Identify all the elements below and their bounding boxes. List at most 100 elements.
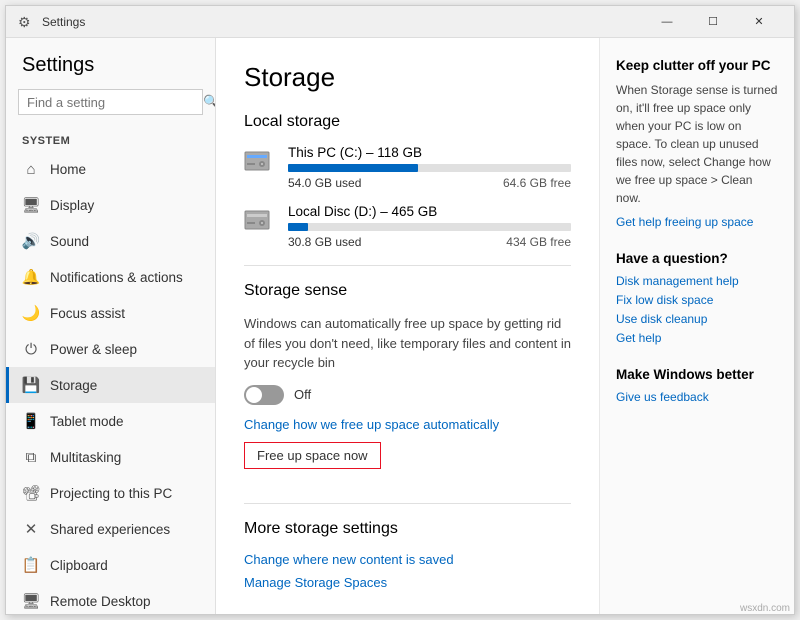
sidebar-item-projecting-label: Projecting to this PC — [50, 486, 172, 501]
watermark: wsxdn.com — [740, 603, 790, 614]
sidebar-item-tablet[interactable]: 📱 Tablet mode — [6, 403, 215, 439]
clipboard-icon: 📋 — [22, 556, 40, 574]
drive-c-used: 54.0 GB used — [288, 176, 361, 190]
focus-icon: 🌙 — [22, 304, 40, 322]
clutter-title: Keep clutter off your PC — [616, 58, 778, 73]
projecting-icon: 📽 — [22, 484, 40, 502]
windows-better-section: Make Windows better Give us feedback — [616, 367, 778, 404]
drive-c-info: This PC (C:) – 118 GB 54.0 GB used 64.6 … — [288, 145, 571, 190]
sidebar-header: Settings — [6, 38, 215, 85]
sidebar-item-sound[interactable]: 🔊 Sound — [6, 223, 215, 259]
drive-c-details: 54.0 GB used 64.6 GB free — [288, 176, 571, 190]
sidebar-item-projecting[interactable]: 📽 Projecting to this PC — [6, 475, 215, 511]
search-icon: 🔍 — [203, 94, 216, 110]
drive-c-name: This PC (C:) – 118 GB — [288, 145, 571, 160]
sidebar-item-sound-label: Sound — [50, 234, 89, 249]
drive-d-free: 434 GB free — [506, 235, 571, 249]
storage-sense-toggle[interactable] — [244, 385, 284, 405]
free-up-button[interactable]: Free up space now — [244, 442, 381, 469]
drive-d-progress-fill — [288, 223, 308, 231]
drive-c-icon — [244, 147, 276, 175]
sidebar-item-clipboard-label: Clipboard — [50, 558, 108, 573]
page-title: Storage — [244, 62, 571, 93]
windows-better-title: Make Windows better — [616, 367, 778, 382]
divider-2 — [244, 503, 571, 504]
close-button[interactable]: ✕ — [736, 6, 782, 38]
sidebar-item-clipboard[interactable]: 📋 Clipboard — [6, 547, 215, 583]
shared-icon: ✕ — [22, 520, 40, 538]
local-storage-title: Local storage — [244, 113, 571, 131]
remote-icon: 🖥 — [22, 592, 40, 610]
clutter-text: When Storage sense is turned on, it'll f… — [616, 81, 778, 207]
system-section-label: System — [6, 127, 215, 151]
sidebar: Settings 🔍 System ⌂ Home 🖥 Display 🔊 Sou… — [6, 38, 216, 614]
sidebar-item-notifications[interactable]: 🔔 Notifications & actions — [6, 259, 215, 295]
storage-sense-description: Windows can automatically free up space … — [244, 314, 571, 373]
search-box[interactable]: 🔍 — [18, 89, 203, 115]
window-controls: — ☐ ✕ — [644, 6, 782, 38]
toggle-row: Off — [244, 385, 571, 405]
sidebar-item-focus[interactable]: 🌙 Focus assist — [6, 295, 215, 331]
drive-d-used: 30.8 GB used — [288, 235, 361, 249]
drive-d-details: 30.8 GB used 434 GB free — [288, 235, 571, 249]
divider-1 — [244, 265, 571, 266]
settings-window: ⚙ Settings — ☐ ✕ Settings 🔍 System ⌂ Hom… — [5, 5, 795, 615]
sidebar-item-tablet-label: Tablet mode — [50, 414, 124, 429]
change-how-link[interactable]: Change how we free up space automaticall… — [244, 417, 571, 432]
multitasking-icon: ⧉ — [22, 448, 40, 466]
more-settings-title: More storage settings — [244, 520, 571, 538]
window-content: Settings 🔍 System ⌂ Home 🖥 Display 🔊 Sou… — [6, 38, 794, 614]
sound-icon: 🔊 — [22, 232, 40, 250]
sidebar-item-shared-label: Shared experiences — [50, 522, 170, 537]
sidebar-item-notifications-label: Notifications & actions — [50, 270, 183, 285]
titlebar: ⚙ Settings — ☐ ✕ — [6, 6, 794, 38]
toggle-label: Off — [294, 387, 311, 402]
sidebar-item-power[interactable]: ⏻ Power & sleep — [6, 331, 215, 367]
give-feedback-link[interactable]: Give us feedback — [616, 390, 778, 404]
power-icon: ⏻ — [22, 340, 40, 358]
sidebar-item-multitasking[interactable]: ⧉ Multitasking — [6, 439, 215, 475]
storage-icon: 💾 — [22, 376, 40, 394]
sidebar-item-home[interactable]: ⌂ Home — [6, 151, 215, 187]
home-icon: ⌂ — [22, 160, 40, 178]
sidebar-item-display-label: Display — [50, 198, 94, 213]
get-help-link[interactable]: Get help — [616, 331, 778, 345]
drive-d-progress-bg — [288, 223, 571, 231]
sidebar-item-focus-label: Focus assist — [50, 306, 125, 321]
display-icon: 🖥 — [22, 196, 40, 214]
sidebar-item-multitasking-label: Multitasking — [50, 450, 121, 465]
question-title: Have a question? — [616, 251, 778, 266]
drive-c-progress-bg — [288, 164, 571, 172]
get-help-freeing-link[interactable]: Get help freeing up space — [616, 215, 778, 229]
drive-c-free: 64.6 GB free — [503, 176, 571, 190]
sidebar-item-display[interactable]: 🖥 Display — [6, 187, 215, 223]
window-title: Settings — [42, 15, 644, 29]
settings-title-icon: ⚙ — [18, 14, 34, 30]
drive-d-name: Local Disc (D:) – 465 GB — [288, 204, 571, 219]
search-input[interactable] — [27, 95, 203, 110]
sidebar-item-shared[interactable]: ✕ Shared experiences — [6, 511, 215, 547]
sidebar-item-home-label: Home — [50, 162, 86, 177]
right-panel: Keep clutter off your PC When Storage se… — [599, 38, 794, 614]
main-content: Storage Local storage This PC (C:) – 118… — [216, 38, 599, 614]
use-disk-cleanup-link[interactable]: Use disk cleanup — [616, 312, 778, 326]
sidebar-item-storage[interactable]: 💾 Storage — [6, 367, 215, 403]
minimize-button[interactable]: — — [644, 6, 690, 38]
drive-d-item: Local Disc (D:) – 465 GB 30.8 GB used 43… — [244, 204, 571, 249]
manage-spaces-link[interactable]: Manage Storage Spaces — [244, 575, 571, 590]
sidebar-item-power-label: Power & sleep — [50, 342, 137, 357]
drive-c-progress-fill — [288, 164, 418, 172]
change-where-link[interactable]: Change where new content is saved — [244, 552, 571, 567]
storage-sense-title: Storage sense — [244, 282, 571, 300]
clutter-section: Keep clutter off your PC When Storage se… — [616, 58, 778, 229]
notifications-icon: 🔔 — [22, 268, 40, 286]
question-section: Have a question? Disk management help Fi… — [616, 251, 778, 345]
maximize-button[interactable]: ☐ — [690, 6, 736, 38]
sidebar-item-remote[interactable]: 🖥 Remote Desktop — [6, 583, 215, 614]
fix-disk-space-link[interactable]: Fix low disk space — [616, 293, 778, 307]
drive-d-icon — [244, 206, 276, 234]
disk-management-link[interactable]: Disk management help — [616, 274, 778, 288]
drive-d-info: Local Disc (D:) – 465 GB 30.8 GB used 43… — [288, 204, 571, 249]
drive-c-item: This PC (C:) – 118 GB 54.0 GB used 64.6 … — [244, 145, 571, 190]
sidebar-item-remote-label: Remote Desktop — [50, 594, 151, 609]
